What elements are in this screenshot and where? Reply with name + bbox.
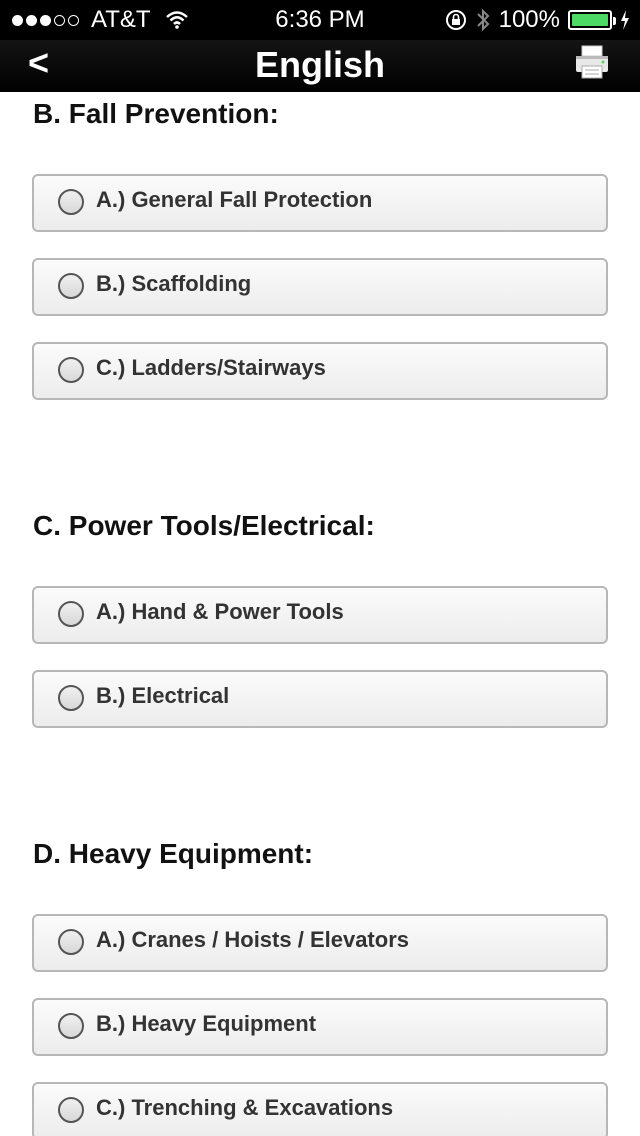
option-heavy-equipment[interactable]: B.) Heavy Equipment bbox=[32, 998, 608, 1056]
radio-button-icon[interactable] bbox=[58, 929, 84, 955]
charging-icon bbox=[621, 10, 629, 30]
radio-button-icon[interactable] bbox=[58, 357, 84, 383]
radio-button-icon[interactable] bbox=[58, 1013, 84, 1039]
option-scaffolding[interactable]: B.) Scaffolding bbox=[32, 258, 608, 316]
option-label: C.) Ladders/Stairways bbox=[96, 355, 326, 380]
training-topics-list[interactable]: B. Fall Prevention: A.) General Fall Pro… bbox=[0, 92, 640, 1136]
section-title: B. Fall Prevention: bbox=[33, 98, 279, 129]
radio-button-icon[interactable] bbox=[58, 601, 84, 627]
option-label: A.) General Fall Protection bbox=[96, 187, 373, 212]
option-trenching-excavations[interactable]: C.) Trenching & Excavations bbox=[32, 1082, 608, 1136]
status-bar: AT&T 6:36 PM 100% bbox=[0, 0, 640, 40]
radio-button-icon[interactable] bbox=[58, 273, 84, 299]
bluetooth-icon bbox=[476, 8, 490, 32]
option-label: B.) Electrical bbox=[96, 683, 230, 708]
option-cranes-hoists-elevators[interactable]: A.) Cranes / Hoists / Elevators bbox=[32, 914, 608, 972]
option-label: A.) Cranes / Hoists / Elevators bbox=[96, 927, 409, 952]
radio-button-icon[interactable] bbox=[58, 685, 84, 711]
radio-button-icon[interactable] bbox=[58, 189, 84, 215]
rotation-lock-icon bbox=[445, 10, 466, 30]
radio-button-icon[interactable] bbox=[58, 1097, 84, 1123]
battery-percentage: 100% bbox=[498, 6, 560, 33]
option-label: C.) Trenching & Excavations bbox=[96, 1095, 394, 1120]
printer-icon[interactable] bbox=[574, 42, 610, 82]
battery-icon bbox=[568, 10, 616, 30]
option-electrical[interactable]: B.) Electrical bbox=[32, 670, 608, 728]
option-hand-power-tools[interactable]: A.) Hand & Power Tools bbox=[32, 586, 608, 644]
navigation-bar: < English bbox=[0, 40, 640, 92]
option-ladders-stairways[interactable]: C.) Ladders/Stairways bbox=[32, 342, 608, 400]
section-title: D. Heavy Equipment: bbox=[33, 838, 314, 869]
option-label: B.) Heavy Equipment bbox=[96, 1011, 317, 1036]
option-general-fall-protection[interactable]: A.) General Fall Protection bbox=[32, 174, 608, 232]
option-label: B.) Scaffolding bbox=[96, 271, 252, 296]
option-label: A.) Hand & Power Tools bbox=[96, 599, 344, 624]
page-title: English bbox=[254, 44, 385, 85]
section-title: C. Power Tools/Electrical: bbox=[33, 510, 375, 541]
